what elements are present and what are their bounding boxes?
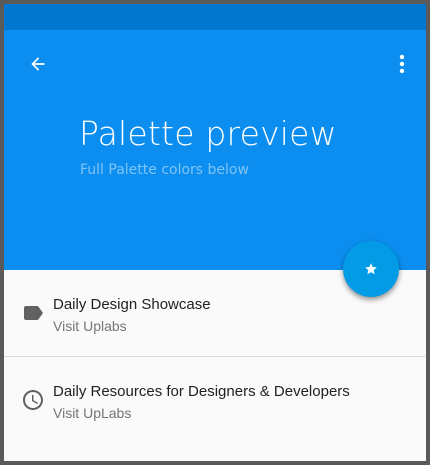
list-item-subtitle: Visit Uplabs (53, 318, 127, 334)
app-window: Palette preview Full Palette colors belo… (4, 4, 426, 461)
back-button[interactable] (24, 50, 52, 78)
more-vert-icon (399, 54, 405, 74)
link-list: Daily Design Showcase Visit Uplabs Daily… (4, 270, 426, 443)
clock-icon (20, 387, 46, 413)
list-item-subtitle: Visit UpLabs (53, 405, 132, 421)
app-bar-hero: Palette preview Full Palette colors belo… (4, 30, 426, 270)
arrow-back-icon (31, 57, 45, 71)
status-bar (4, 4, 426, 30)
list-item-design-showcase[interactable]: Daily Design Showcase Visit Uplabs (4, 270, 426, 356)
page-title: Palette preview (79, 114, 337, 153)
overflow-menu-button[interactable] (390, 50, 414, 78)
label-icon (20, 300, 46, 326)
list-item-title: Daily Design Showcase (53, 296, 211, 313)
list-item-title: Daily Resources for Designers & Develope… (53, 383, 350, 400)
list-item-daily-resources[interactable]: Daily Resources for Designers & Develope… (4, 357, 426, 443)
page-subtitle: Full Palette colors below (80, 162, 249, 178)
